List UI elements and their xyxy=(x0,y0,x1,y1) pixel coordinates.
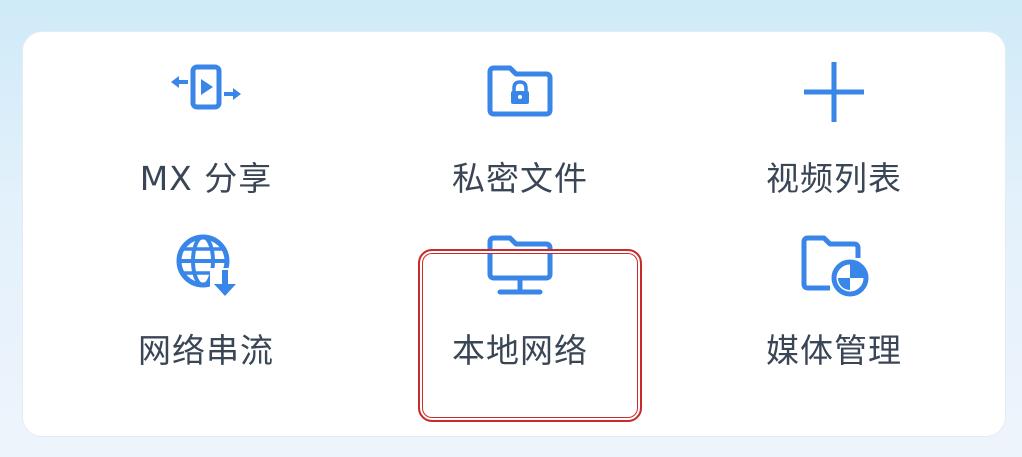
media-management-button[interactable]: 媒体管理 xyxy=(724,224,944,394)
video-list-label: 视频列表 xyxy=(766,159,902,198)
network-stream-label: 网络串流 xyxy=(138,331,274,370)
globe-download-icon xyxy=(166,224,246,304)
plus-icon xyxy=(794,52,874,132)
network-stream-button[interactable]: 网络串流 xyxy=(96,224,316,394)
locked-folder-icon xyxy=(480,52,560,132)
share-transfer-icon xyxy=(166,52,246,132)
private-files-button[interactable]: 私密文件 xyxy=(410,52,630,222)
folder-pie-chart-icon xyxy=(794,224,874,304)
media-management-label: 媒体管理 xyxy=(766,331,902,370)
local-network-button[interactable]: 本地网络 xyxy=(410,224,630,394)
folder-network-icon xyxy=(480,224,560,304)
menu-grid: MX 分享 私密文件 视频列表 网络串流 本地网络 媒体管理 xyxy=(0,0,1022,457)
mx-share-label: MX 分享 xyxy=(139,159,273,198)
local-network-label: 本地网络 xyxy=(452,331,588,370)
mx-share-button[interactable]: MX 分享 xyxy=(96,52,316,222)
video-list-button[interactable]: 视频列表 xyxy=(724,52,944,222)
private-files-label: 私密文件 xyxy=(452,159,588,198)
